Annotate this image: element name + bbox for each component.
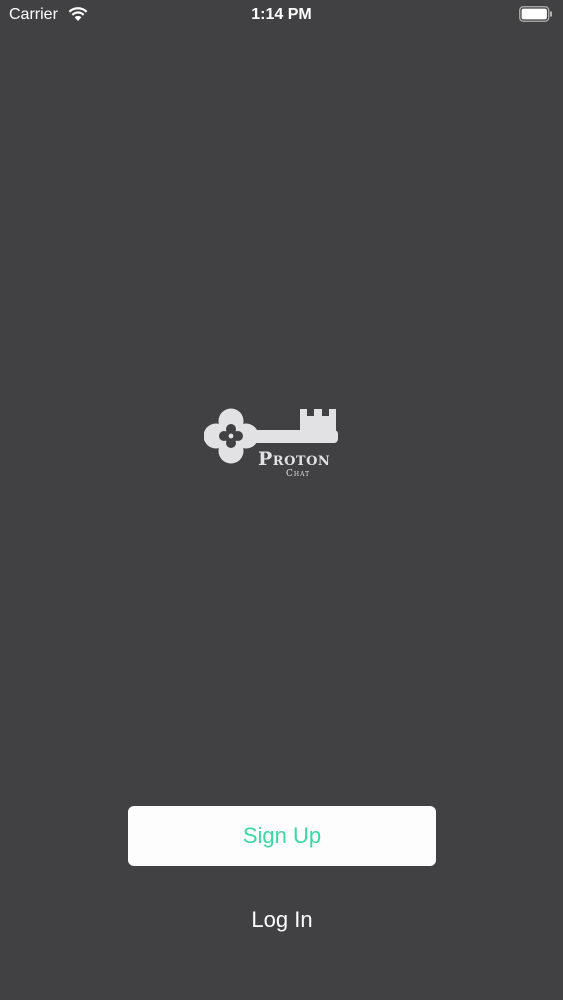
sign-up-button[interactable]: Sign Up bbox=[128, 806, 436, 866]
logo-subtitle: Chat bbox=[286, 469, 311, 479]
app-logo: Proton Chat bbox=[204, 405, 354, 485]
log-in-button[interactable]: Log In bbox=[128, 898, 436, 942]
status-time: 1:14 PM bbox=[251, 6, 312, 23]
battery-icon bbox=[519, 6, 553, 22]
logo-title: Proton bbox=[258, 448, 331, 470]
status-bar: Carrier 1:14 PM bbox=[0, 0, 563, 30]
key-icon bbox=[204, 408, 338, 464]
